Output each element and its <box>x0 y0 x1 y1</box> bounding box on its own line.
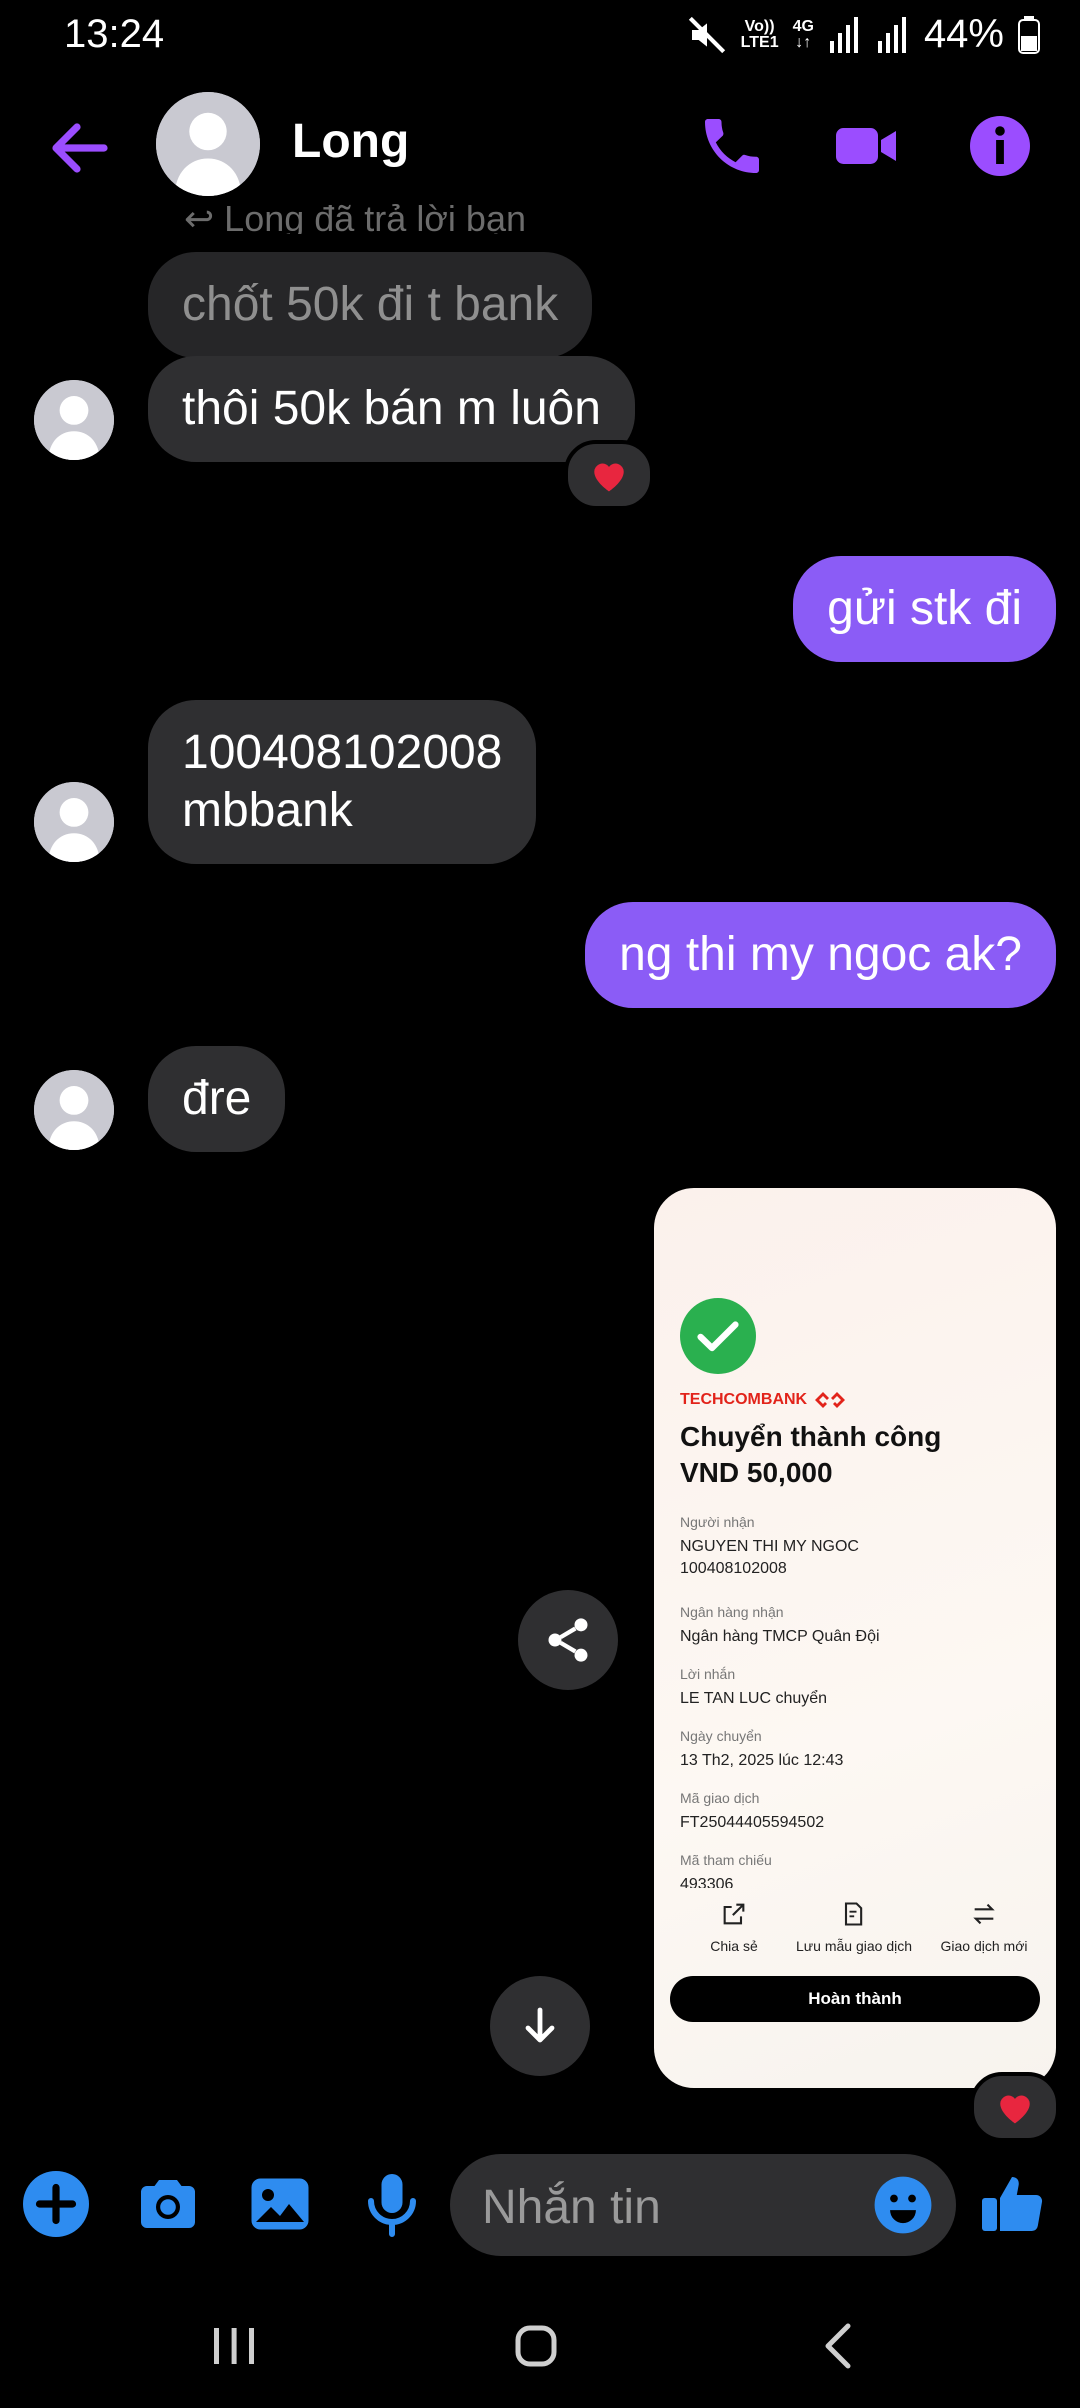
message-label: Lời nhắn <box>680 1666 736 1682</box>
signal-icon-2 <box>877 16 906 53</box>
techcombank-logo: TECHCOMBANK <box>680 1390 847 1410</box>
date-label: Ngày chuyển <box>680 1728 762 1744</box>
signal-icon <box>829 16 858 53</box>
home-icon[interactable] <box>496 2306 576 2386</box>
transaction-label: Mã giao dịch <box>680 1790 760 1806</box>
microphone-icon[interactable] <box>356 2168 428 2240</box>
phone-icon[interactable] <box>696 110 768 182</box>
new-transaction-label: Giao dịch mới <box>940 1938 1028 1954</box>
contact-avatar[interactable] <box>156 92 260 196</box>
quoted-message[interactable]: chốt 50k đi t bank <box>148 252 593 358</box>
incoming-message[interactable]: thôi 50k bán m luôn <box>148 356 635 462</box>
status-time: 13:24 <box>64 12 165 56</box>
plus-icon[interactable] <box>20 2168 92 2240</box>
save-template-label: Lưu mẫu giao dịch <box>796 1938 912 1954</box>
volte-indicator: Vo)) LTE1 <box>740 17 779 51</box>
transaction-value: FT25044405594502 <box>680 1814 825 1831</box>
network-type-indicator: 4G ↓↑ <box>792 17 814 51</box>
share-external-icon <box>723 1903 745 1925</box>
battery-icon <box>1018 15 1040 54</box>
thumbs-up-icon[interactable] <box>976 2168 1048 2240</box>
receipt-title: Chuyển thành công <box>680 1421 942 1452</box>
sender-avatar[interactable] <box>34 380 114 460</box>
heart-reaction-icon[interactable] <box>564 440 654 510</box>
scroll-down-icon[interactable] <box>490 1976 590 2076</box>
battery-percent: 44% <box>923 12 1004 56</box>
camera-icon[interactable] <box>132 2168 204 2240</box>
bank-name-text: mbbank <box>182 784 353 837</box>
share-action-label: Chia sẻ <box>710 1938 758 1954</box>
info-icon[interactable] <box>964 110 1036 182</box>
save-template-action[interactable] <box>788 1900 918 1933</box>
gallery-icon[interactable] <box>244 2168 316 2240</box>
recipient-account: 100408102008 <box>680 1560 787 1577</box>
outgoing-message[interactable]: gửi stk đi <box>793 556 1056 662</box>
outgoing-message[interactable]: ng thi my ngoc ak? <box>585 902 1056 1008</box>
success-check-icon <box>680 1298 756 1374</box>
contact-name[interactable]: Long <box>292 114 409 169</box>
reply-note: ↩ Long đã trả lời bạn <box>184 198 526 234</box>
incoming-message-account[interactable]: 100408102008 mbbank <box>148 700 537 864</box>
nav-back-icon[interactable] <box>800 2306 880 2386</box>
sender-avatar[interactable] <box>34 782 114 862</box>
new-transaction-action[interactable] <box>924 1900 1044 1933</box>
bank-value: Ngân hàng TMCP Quân Đội <box>680 1628 880 1645</box>
swap-arrows-icon <box>973 1903 995 1925</box>
mute-icon <box>688 16 725 53</box>
document-icon <box>844 1902 863 1926</box>
message-placeholder: Nhắn tin <box>482 2181 661 2234</box>
message-input[interactable]: Nhắn tin <box>450 2154 956 2256</box>
emoji-icon[interactable] <box>872 2174 934 2236</box>
done-button[interactable]: Hoàn thành <box>670 1976 1040 2022</box>
reference-value: 493306 <box>680 1876 734 1888</box>
recipient-label: Người nhận <box>680 1514 755 1530</box>
share-action[interactable] <box>674 1900 794 1933</box>
bank-label: Ngân hàng nhận <box>680 1604 784 1620</box>
video-camera-icon[interactable] <box>830 110 902 182</box>
back-arrow-icon[interactable] <box>44 112 116 184</box>
date-value: 13 Th2, 2025 lúc 12:43 <box>680 1752 844 1769</box>
incoming-message[interactable]: đre <box>148 1046 286 1152</box>
heart-reaction-icon[interactable] <box>970 2072 1060 2142</box>
share-icon[interactable] <box>518 1590 618 1690</box>
receipt-amount: VND 50,000 <box>680 1457 833 1488</box>
recent-apps-icon[interactable] <box>194 2306 274 2386</box>
status-icons: Vo)) LTE1 4G ↓↑ 44% <box>687 12 1040 57</box>
recipient-name: NGUYEN THI MY NGOC <box>680 1538 859 1555</box>
receipt-image[interactable]: TECHCOMBANK Chuyển thành công VND 50,000… <box>654 1188 1056 2088</box>
account-number-text: 100408102008 <box>182 726 503 779</box>
reference-label: Mã tham chiếu <box>680 1852 772 1868</box>
message-value: LE TAN LUC chuyển <box>680 1690 828 1707</box>
sender-avatar[interactable] <box>34 1070 114 1150</box>
